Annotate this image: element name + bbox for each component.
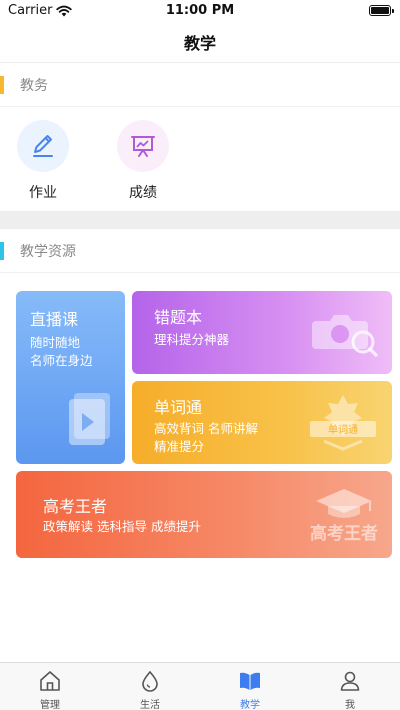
status-bar: Carrier 11:00 PM (0, 0, 400, 22)
clock: 11:00 PM (165, 3, 235, 18)
card-live-class[interactable]: 直播课 随时随地 名师在身边 (16, 291, 125, 464)
section-header-resources: 教学资源 (0, 229, 400, 273)
card-subtitle: 随时随地 (30, 335, 81, 350)
word-badge-icon: 单词通 (310, 395, 376, 451)
card-title: 单词通 (154, 398, 203, 417)
grad-cap-icon: 高考王者 (310, 489, 378, 544)
pencil-icon (33, 135, 53, 157)
quick-item-homework[interactable]: 作业 (17, 120, 71, 202)
tab-bar: 管理 生活 教学 我 (0, 662, 400, 710)
section-separator (0, 211, 400, 229)
card-subtitle: 高效背词 名师讲解 (154, 421, 258, 436)
card-title: 错题本 (154, 308, 203, 327)
tab-label: 生活 (140, 700, 160, 710)
home-icon (40, 671, 60, 691)
section-accent (0, 242, 4, 260)
drop-icon (142, 670, 158, 692)
card-subtitle: 理科提分神器 (154, 332, 230, 347)
section-header-affairs: 教务 (0, 63, 400, 107)
card-title: 直播课 (30, 310, 79, 329)
tab-management[interactable]: 管理 (0, 663, 100, 710)
tab-label: 教学 (240, 700, 260, 710)
battery-icon (369, 5, 394, 16)
watermark-text: 高考王者 (310, 523, 378, 544)
page-title: 教学 (183, 34, 216, 53)
tab-life[interactable]: 生活 (100, 663, 200, 710)
homework-label: 作业 (29, 185, 57, 201)
tab-me[interactable]: 我 (300, 663, 400, 710)
video-book-icon (69, 393, 110, 445)
card-subtitle: 精准提分 (154, 439, 205, 454)
chart-board-icon (131, 136, 155, 157)
grades-label: 成绩 (129, 185, 157, 201)
grades-icon-circle[interactable] (117, 120, 169, 172)
card-wrong-questions[interactable]: 错题本 理科提分神器 (132, 291, 392, 374)
tab-teaching[interactable]: 教学 (200, 663, 300, 710)
tab-label: 管理 (40, 700, 60, 710)
card-word-master[interactable]: 单词通 高效背词 名师讲解 精准提分 单词通 (132, 381, 392, 464)
card-gaokao-king[interactable]: 高考王者 政策解读 选科指导 成绩提升 高考王者 (16, 471, 392, 558)
person-icon (340, 671, 360, 691)
section-accent (0, 76, 4, 94)
card-subtitle: 政策解读 选科指导 成绩提升 (43, 519, 201, 534)
homework-icon-circle[interactable] (17, 120, 69, 172)
section-title: 教务 (20, 78, 48, 94)
open-book-icon (240, 672, 260, 690)
quick-item-grades[interactable]: 成绩 (117, 120, 171, 202)
tab-label: 我 (345, 700, 355, 710)
section-title: 教学资源 (20, 244, 76, 260)
card-subtitle: 名师在身边 (30, 353, 93, 368)
card-title: 高考王者 (43, 497, 108, 516)
camera-search-icon (312, 315, 378, 357)
badge-text: 单词通 (328, 424, 358, 436)
